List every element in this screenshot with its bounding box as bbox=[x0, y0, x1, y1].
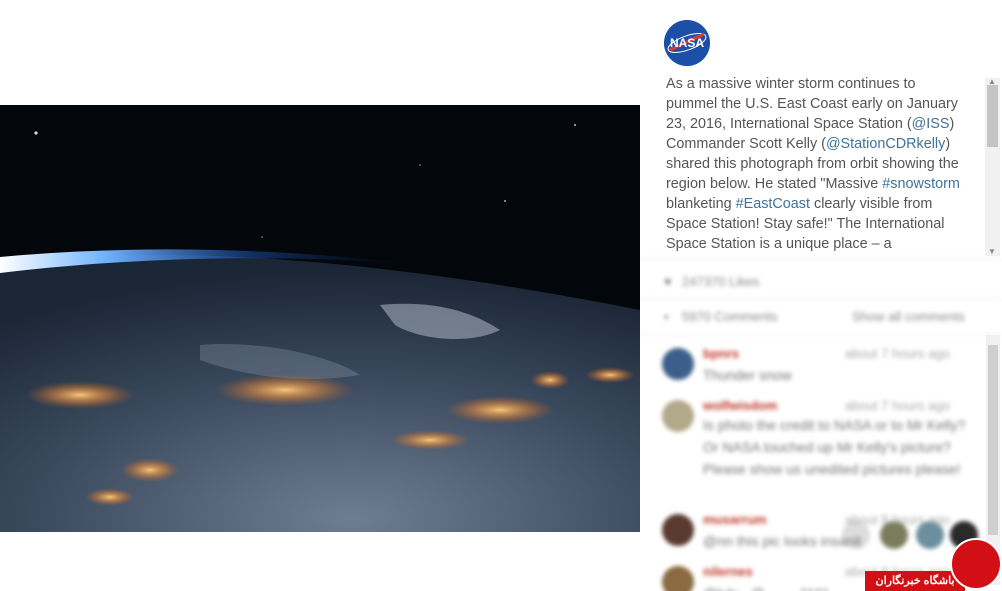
comment-avatar[interactable] bbox=[662, 514, 694, 546]
caption-scrollbar-thumb[interactable] bbox=[987, 85, 998, 147]
caption-scrollbar[interactable]: ▲ ▼ bbox=[985, 78, 1000, 256]
divider bbox=[640, 258, 1002, 259]
nasa-avatar[interactable]: NASA bbox=[664, 20, 710, 66]
comment-time: about 7 hours ago bbox=[845, 346, 950, 361]
comment-username[interactable]: musarrum bbox=[703, 512, 767, 527]
likes-count[interactable]: 247370 Likes bbox=[682, 274, 759, 289]
comment-time: about 8 hours ago bbox=[845, 512, 950, 527]
divider bbox=[640, 298, 1002, 299]
comment-text: @nn this pic looks insanit bbox=[703, 533, 862, 549]
caption-text: blanketing bbox=[666, 196, 736, 212]
watermark-text: باشگاه خبرنگاران bbox=[875, 575, 955, 587]
comment-icon: ▪ bbox=[664, 309, 669, 324]
caption-link[interactable]: #snowstorm bbox=[882, 176, 960, 192]
heart-icon[interactable]: ♥ bbox=[664, 274, 672, 289]
comment-avatar[interactable] bbox=[662, 400, 694, 432]
nasa-logo-icon: NASA bbox=[664, 20, 710, 66]
post-caption: As a massive winter storm continues to p… bbox=[666, 74, 966, 254]
post-engagement: ♥ 247370 Likes ▪ 5970 Comments Show all … bbox=[640, 256, 1002, 591]
scroll-down-icon[interactable]: ▼ bbox=[988, 248, 996, 256]
nasa-logo-wordmark: NASA bbox=[670, 36, 704, 50]
comment-avatar[interactable] bbox=[662, 566, 694, 591]
comment-username[interactable]: wolfwisdom bbox=[703, 398, 777, 413]
divider bbox=[640, 334, 1002, 335]
comment-username[interactable]: bpnrs bbox=[703, 346, 739, 361]
watermark-banner: باشگاه خبرنگاران bbox=[865, 571, 965, 591]
comment-username[interactable]: nilernes bbox=[703, 564, 753, 579]
watermark-logo-icon bbox=[950, 538, 1002, 590]
post-side-panel: NASA As a massive winter storm continues… bbox=[640, 0, 1002, 591]
caption-link[interactable]: @ISS bbox=[912, 116, 950, 132]
post-photo[interactable] bbox=[0, 105, 640, 532]
comment-avatar[interactable] bbox=[662, 348, 694, 380]
comment-time: about 7 hours ago bbox=[845, 398, 950, 413]
comments-scrollbar-thumb[interactable] bbox=[988, 345, 998, 535]
comment-text: Is photo the credit to NASA or to Mr Kel… bbox=[703, 417, 966, 477]
caption-link[interactable]: @StationCDRkelly bbox=[826, 136, 945, 152]
comments-count: 5970 Comments bbox=[682, 309, 778, 324]
show-all-comments-link[interactable]: Show all comments bbox=[852, 309, 965, 324]
comment-text: Thunder snow bbox=[703, 367, 792, 383]
earth-from-orbit-image bbox=[0, 105, 640, 532]
caption-link[interactable]: #EastCoast bbox=[736, 196, 810, 212]
